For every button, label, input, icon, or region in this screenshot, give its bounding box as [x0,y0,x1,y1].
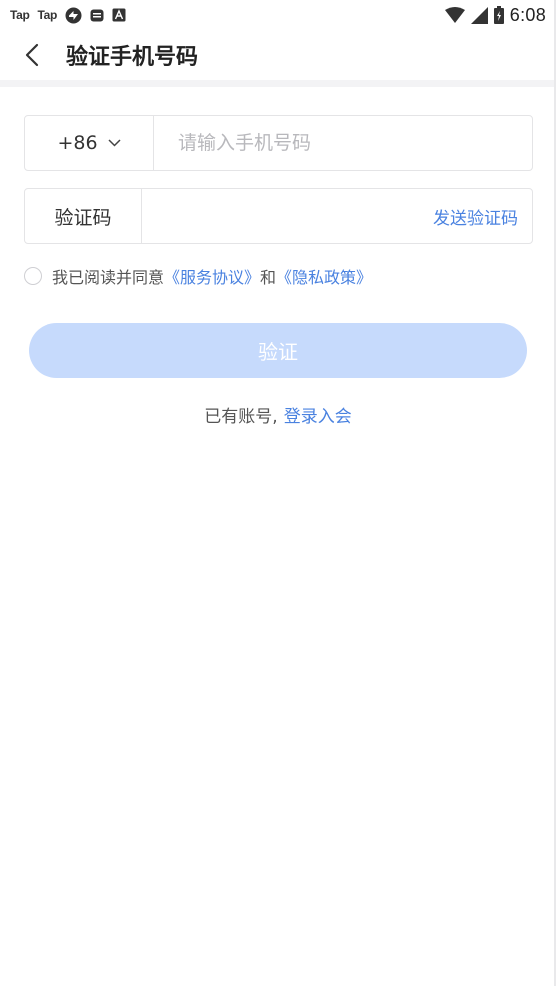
page-title: 验证手机号码 [66,45,199,70]
status-right: 6:08 [444,4,546,26]
status-bar: Tap Tap 6:08 [0,0,556,30]
login-link[interactable]: 登录入会 [284,402,352,427]
wifi-icon [444,7,465,23]
country-code-label: +86 [57,132,98,154]
service-agreement-link[interactable]: 《服务协议》 [164,264,260,288]
status-time: 6:08 [509,4,546,25]
login-row: 已有账号, 登录入会 [0,401,556,427]
header-divider [0,80,556,87]
phone-number-input[interactable] [154,116,532,170]
phone-field-group: +86 [24,115,533,171]
sync-icon [65,7,82,24]
status-left: Tap Tap [10,7,126,24]
verify-button[interactable]: 验证 [29,323,527,378]
privacy-policy-link[interactable]: 《隐私政策》 [276,264,372,288]
country-code-selector-wrap: +86 [25,116,154,170]
agreement-prefix: 我已阅读并同意 [52,268,165,287]
font-a-icon [112,8,126,22]
verification-code-input[interactable] [142,189,433,243]
back-button[interactable] [0,30,64,80]
verification-code-field-group: 验证码 发送验证码 [24,188,533,244]
header: 验证手机号码 [0,30,556,80]
taptap-app-icon: Tap [37,8,58,22]
verification-code-label: 验证码 [25,189,142,243]
country-code-selector[interactable]: +86 [57,132,121,154]
chevron-left-icon [25,43,39,67]
battery-charging-icon [493,6,504,24]
message-icon [90,9,104,22]
cell-signal-icon [470,6,488,24]
agreement-row: 我已阅读并同意 《服务协议》 和 《隐私政策》 [24,264,372,288]
agreement-checkbox[interactable] [24,267,42,285]
login-prefix: 已有账号, [204,406,278,427]
taptap-app-icon: Tap [10,8,30,22]
agreement-conjunction: 和 [260,268,277,287]
send-code-button[interactable]: 发送验证码 [433,189,532,243]
chevron-down-icon [108,139,121,147]
